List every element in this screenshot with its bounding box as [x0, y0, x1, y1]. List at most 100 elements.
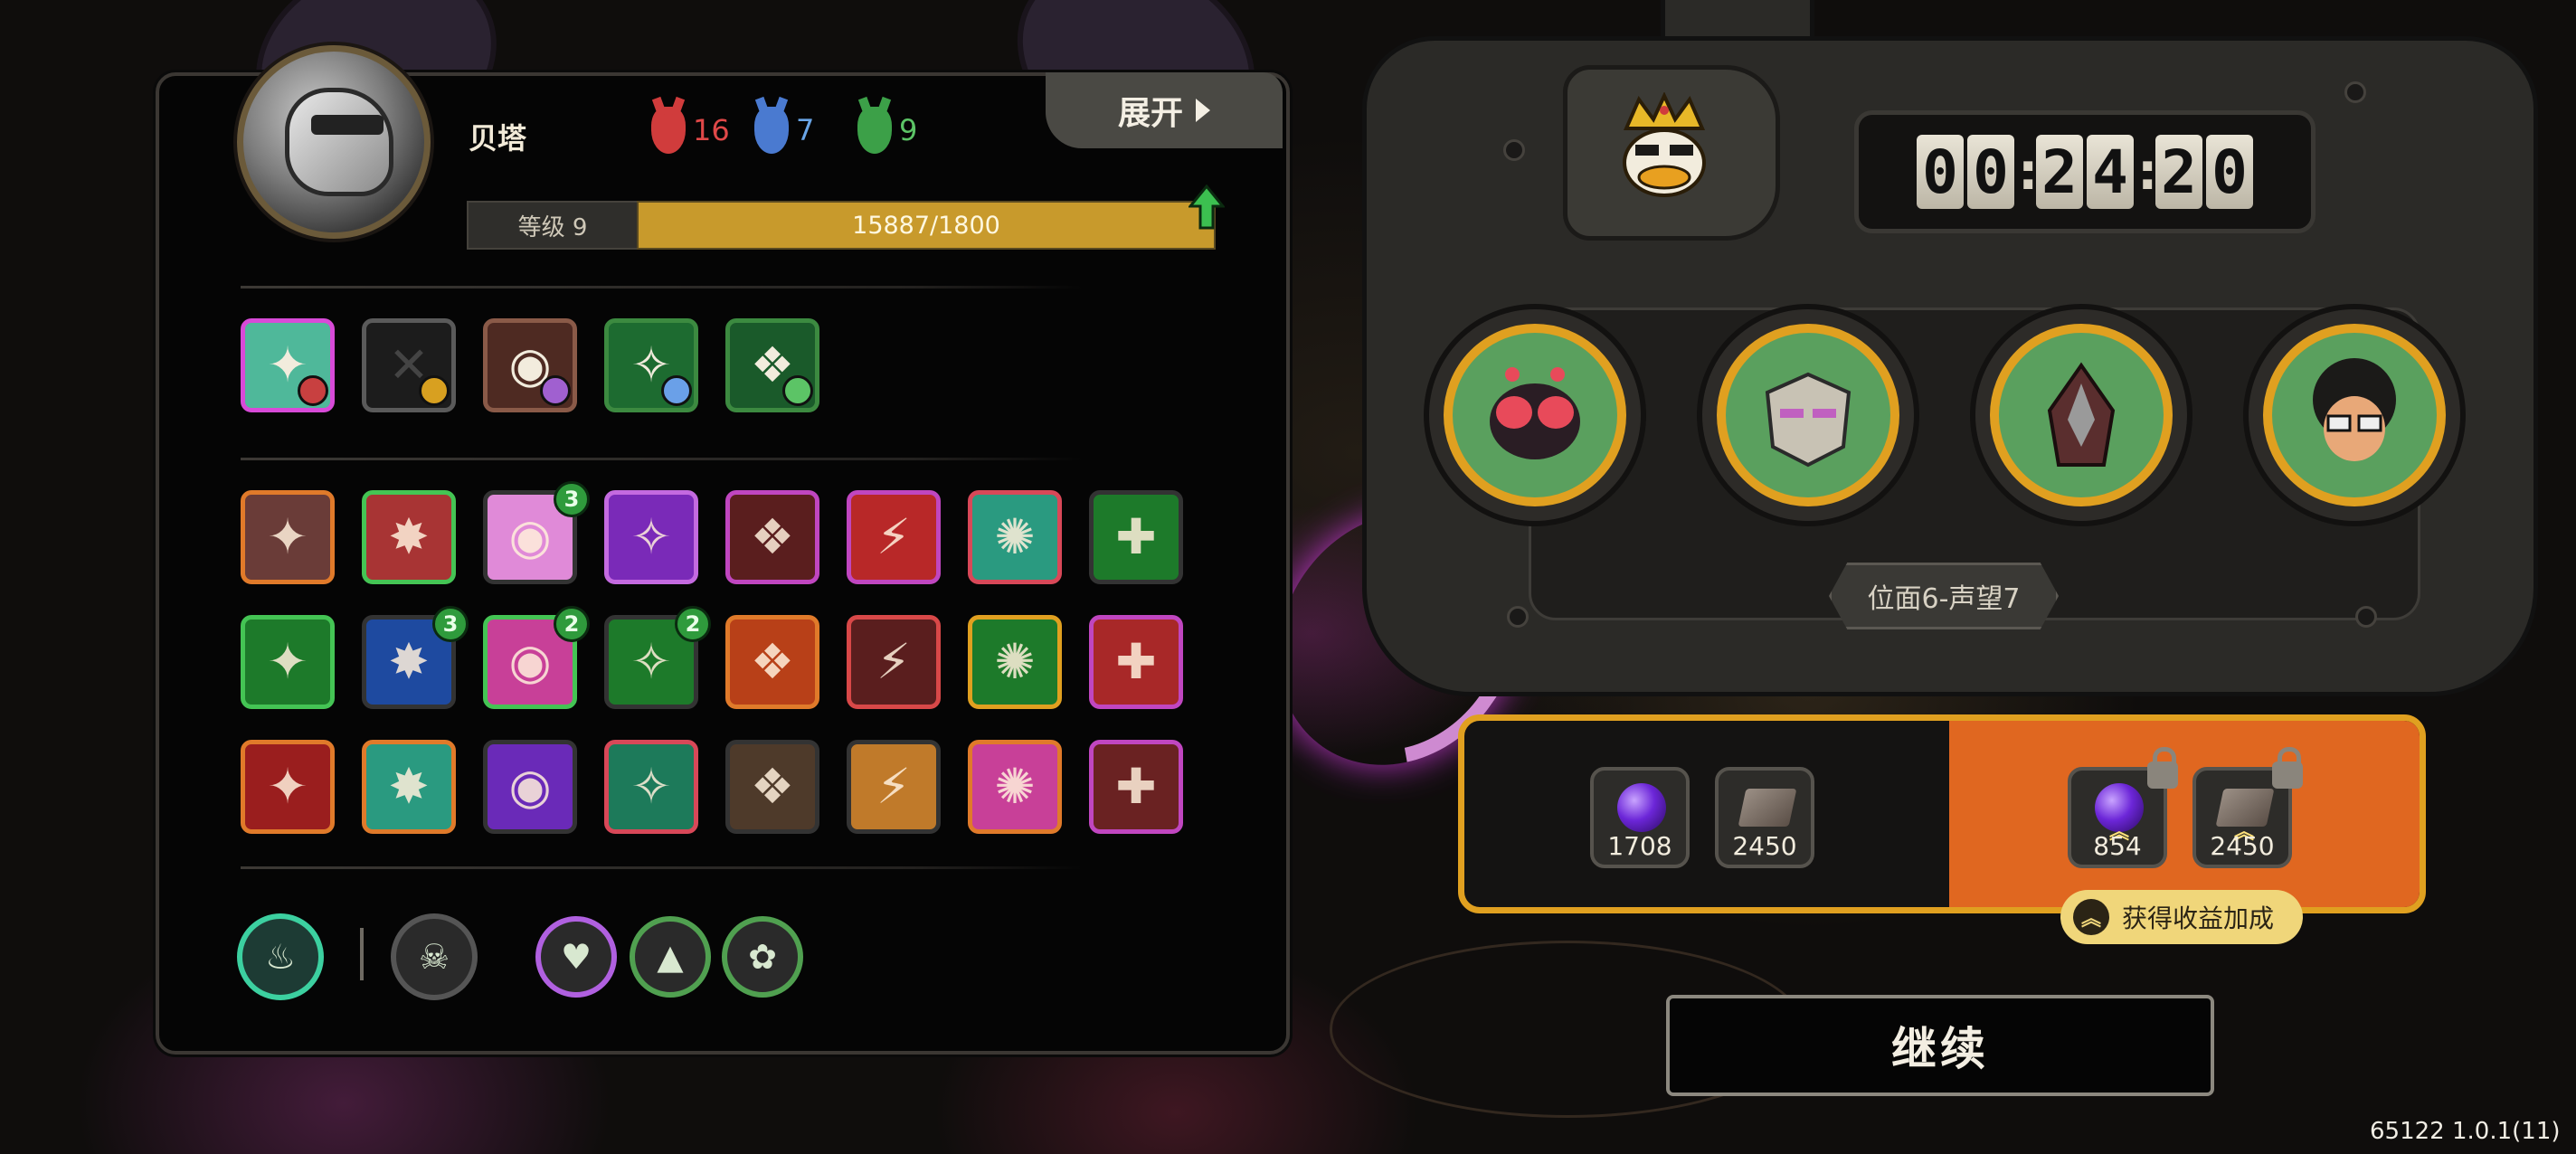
timer-digit: 4: [2087, 135, 2134, 209]
stat-green: 9: [857, 107, 917, 154]
crossed-swords-icon: ❖: [750, 508, 795, 565]
equipment-slot[interactable]: ✧: [604, 318, 698, 412]
stat-blue-value: 7: [796, 113, 815, 147]
rivet: [1503, 139, 1525, 161]
skill-slot[interactable]: ❖: [725, 740, 819, 834]
skill-slot[interactable]: ⚡: [847, 490, 941, 584]
team-hero-3[interactable]: [1970, 304, 2192, 526]
lightning-slash-icon: ⚡: [876, 508, 911, 565]
lock-icon: [2272, 747, 2303, 789]
continue-button[interactable]: 继续: [1666, 995, 2214, 1096]
timer-colon: :: [2018, 142, 2039, 202]
version-label: 65122 1.0.1(11): [2370, 1118, 2561, 1145]
xp-bar: 15887/1800: [637, 201, 1216, 250]
skull-emblem-icon[interactable]: ☠: [391, 913, 478, 1000]
stat-blue: 7: [754, 107, 814, 154]
bonus-orb-value: 854: [2093, 831, 2142, 861]
rivet: [2355, 606, 2377, 628]
bonus-book-value: 2450: [2210, 831, 2275, 861]
timer-digit: 0: [2206, 135, 2253, 209]
skill-slot[interactable]: ⚡: [847, 615, 941, 709]
timer-colon: :: [2137, 142, 2158, 202]
skill-slot[interactable]: ✦: [241, 740, 335, 834]
skill-slot[interactable]: ✧: [604, 740, 698, 834]
teal-swirl-icon: ✺: [994, 508, 1036, 565]
drops-token-icon[interactable]: ✿: [722, 916, 803, 998]
reward-orb[interactable]: 1708: [1590, 767, 1690, 868]
team-hero-2[interactable]: [1697, 304, 1919, 526]
red-claws-icon: ✸: [388, 508, 430, 565]
skill-slot[interactable]: ✺: [968, 740, 1062, 834]
blue-mask-icon: [754, 107, 789, 154]
skill-slot[interactable]: ⚡: [847, 740, 941, 834]
reward-boost-label: 获得收益加成: [2122, 903, 2275, 933]
golden-cog-icon: ❖: [750, 758, 795, 815]
purple-orb-icon: [1617, 783, 1666, 832]
character-name: 贝塔: [469, 121, 527, 156]
reward-book[interactable]: 2450: [1715, 767, 1814, 868]
skill-slot[interactable]: ❖: [725, 490, 819, 584]
pink-gear-icon: ◉: [508, 633, 552, 690]
trait-glyph: ☠: [418, 937, 450, 977]
green-mask-icon: [857, 107, 892, 154]
reward-boost-button[interactable]: ︽ 获得收益加成: [2060, 890, 2303, 944]
reward-book-value: 2450: [1732, 831, 1797, 861]
skill-slot[interactable]: ◉: [483, 740, 577, 834]
slot-type-icon: [782, 375, 813, 406]
character-portrait[interactable]: [237, 45, 431, 239]
timer-digit: 0: [1917, 135, 1964, 209]
team-hero-4[interactable]: [2243, 304, 2466, 526]
stage-label: 位面6-声望7: [1829, 563, 2059, 629]
stat-red: 16: [651, 107, 730, 154]
white-beast-icon: ✺: [994, 758, 1036, 815]
skill-slot[interactable]: ❖: [725, 615, 819, 709]
skill-slot[interactable]: ✧: [604, 490, 698, 584]
trait-glyph: ▲: [657, 937, 684, 977]
timer-digit: 0: [1967, 135, 2014, 209]
crowned-duck-icon: [1623, 92, 1706, 197]
expand-button[interactable]: 展开: [1046, 72, 1283, 148]
red-mask-icon: [651, 107, 686, 154]
red-arrow-icon: ✦: [267, 633, 308, 690]
skill-slot[interactable]: ✚: [1089, 490, 1183, 584]
skill-level-badge: 3: [432, 606, 469, 642]
trait-glyph: ♥: [560, 937, 592, 977]
skill-slot[interactable]: ✸: [362, 490, 456, 584]
skill-slot[interactable]: ✦: [241, 615, 335, 709]
skill-slot[interactable]: ✺: [968, 615, 1062, 709]
equipment-slot[interactable]: ◉: [483, 318, 577, 412]
skill-slot[interactable]: ✚: [1089, 740, 1183, 834]
trait-separator: [360, 928, 364, 980]
red-figure-icon: ✚: [1115, 633, 1157, 690]
purple-shard-icon: ◉: [508, 758, 552, 815]
armored-golem-hero-icon: [1765, 372, 1852, 468]
skill-slot[interactable]: ✺: [968, 490, 1062, 584]
golden-trident-icon: ✧: [630, 633, 672, 690]
rivet: [2344, 81, 2366, 103]
countdown-timer: 0 0 : 2 4 : 2 0: [1854, 110, 2316, 233]
skill-slot[interactable]: ✚: [1089, 615, 1183, 709]
equipment-slot[interactable]: ✦: [241, 318, 335, 412]
twin-blades-icon: ⚡: [876, 633, 911, 690]
skill-slot[interactable]: ✸: [362, 740, 456, 834]
timer-digit: 2: [2036, 135, 2083, 209]
equipment-slot[interactable]: ✕: [362, 318, 456, 412]
slot-type-icon: [298, 375, 328, 406]
slot-type-icon: [419, 375, 450, 406]
red-mite-hero-icon: [1490, 367, 1580, 459]
divider-mid: [241, 458, 1082, 460]
pink-eye-icon: ◉: [508, 508, 552, 565]
visor-icon: [311, 115, 384, 135]
team-hero-1[interactable]: [1424, 304, 1646, 526]
level-up-arrow-icon[interactable]: [1189, 184, 1225, 230]
triangle-token-icon[interactable]: ▲: [630, 916, 711, 998]
level-label: 等级 9: [467, 201, 639, 250]
green-flame-icon[interactable]: ♨: [237, 913, 324, 1000]
rivet: [1507, 606, 1529, 628]
bonus-rewards-area: [1949, 721, 2420, 907]
red-fang-icon: ✦: [267, 758, 308, 815]
skill-slot[interactable]: ✦: [241, 490, 335, 584]
heart-token-icon[interactable]: ♥: [535, 916, 617, 998]
timer-digit: 2: [2155, 135, 2202, 209]
equipment-slot[interactable]: ❖: [725, 318, 819, 412]
